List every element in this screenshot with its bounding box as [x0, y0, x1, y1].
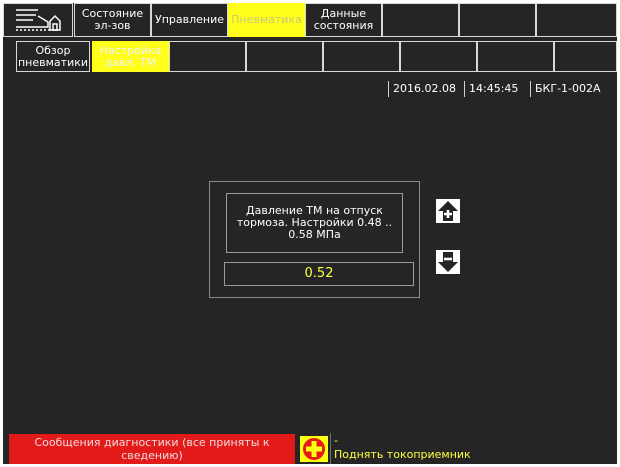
tab-state-data[interactable]: Данные состояния	[305, 3, 382, 37]
tab-elements-state[interactable]: Состояние эл-зов	[74, 3, 151, 37]
bottom-bar: Сообщения диагностики (все приняты к све…	[3, 433, 617, 464]
tab-control-label: Управление	[154, 13, 224, 26]
diagnostics-messages-label: Сообщения диагностики (все приняты к све…	[34, 436, 270, 462]
increase-button[interactable]	[436, 199, 460, 223]
status-unit: БКГ-1-002A	[530, 81, 617, 97]
alarm-line-2: Поднять токоприемник	[334, 448, 471, 461]
tab-empty-2[interactable]	[459, 3, 536, 37]
subtab-pneumatics-overview[interactable]: Обзор пневматики	[16, 41, 90, 72]
alarm-line-1: -	[334, 434, 338, 447]
subtab-empty-2[interactable]	[246, 41, 323, 72]
subtab-empty-1[interactable]	[169, 41, 246, 72]
alarm-indicator[interactable]	[300, 436, 328, 462]
home-tab[interactable]	[3, 3, 73, 37]
status-date: 2016.02.08	[388, 81, 464, 97]
alarm-separator	[330, 433, 331, 464]
setting-description-text: Давление ТМ на отпуск тормоза. Настройки…	[236, 204, 393, 241]
red-cross-icon	[303, 438, 325, 460]
tab-state-data-label: Данные состояния	[313, 7, 374, 32]
home-train-icon	[16, 9, 61, 31]
setting-description: Давление ТМ на отпуск тормоза. Настройки…	[226, 193, 403, 253]
subtab-pneumatics-overview-label: Обзор пневматики	[17, 43, 89, 69]
subtab-empty-3[interactable]	[323, 41, 400, 72]
subtab-tm-pressure-setting-label: Настройка давл. ТМ	[99, 43, 162, 69]
setting-value-field[interactable]: 0.52	[224, 262, 414, 286]
tab-control[interactable]: Управление	[151, 3, 228, 37]
subtab-tm-pressure-setting[interactable]: Настройка давл. ТМ	[92, 41, 169, 72]
tab-elements-state-label: Состояние эл-зов	[81, 7, 144, 32]
tab-pneumatics[interactable]: Пневматика	[228, 3, 305, 37]
tab-empty-3[interactable]	[536, 3, 617, 37]
setting-panel: Давление ТМ на отпуск тормоза. Настройки…	[209, 181, 420, 298]
hmi-screen: Состояние эл-зов Управление Пневматика Д…	[3, 3, 617, 464]
status-time: 14:45:45	[464, 81, 530, 97]
tab-empty-1[interactable]	[382, 3, 459, 37]
subtab-empty-5[interactable]	[477, 41, 554, 72]
tab-pneumatics-label: Пневматика	[231, 13, 302, 26]
subtab-empty-4[interactable]	[400, 41, 477, 72]
decrease-button[interactable]	[436, 250, 460, 274]
diagnostics-messages-button[interactable]: Сообщения диагностики (все приняты к све…	[9, 434, 295, 464]
subtab-empty-6[interactable]	[554, 41, 617, 72]
